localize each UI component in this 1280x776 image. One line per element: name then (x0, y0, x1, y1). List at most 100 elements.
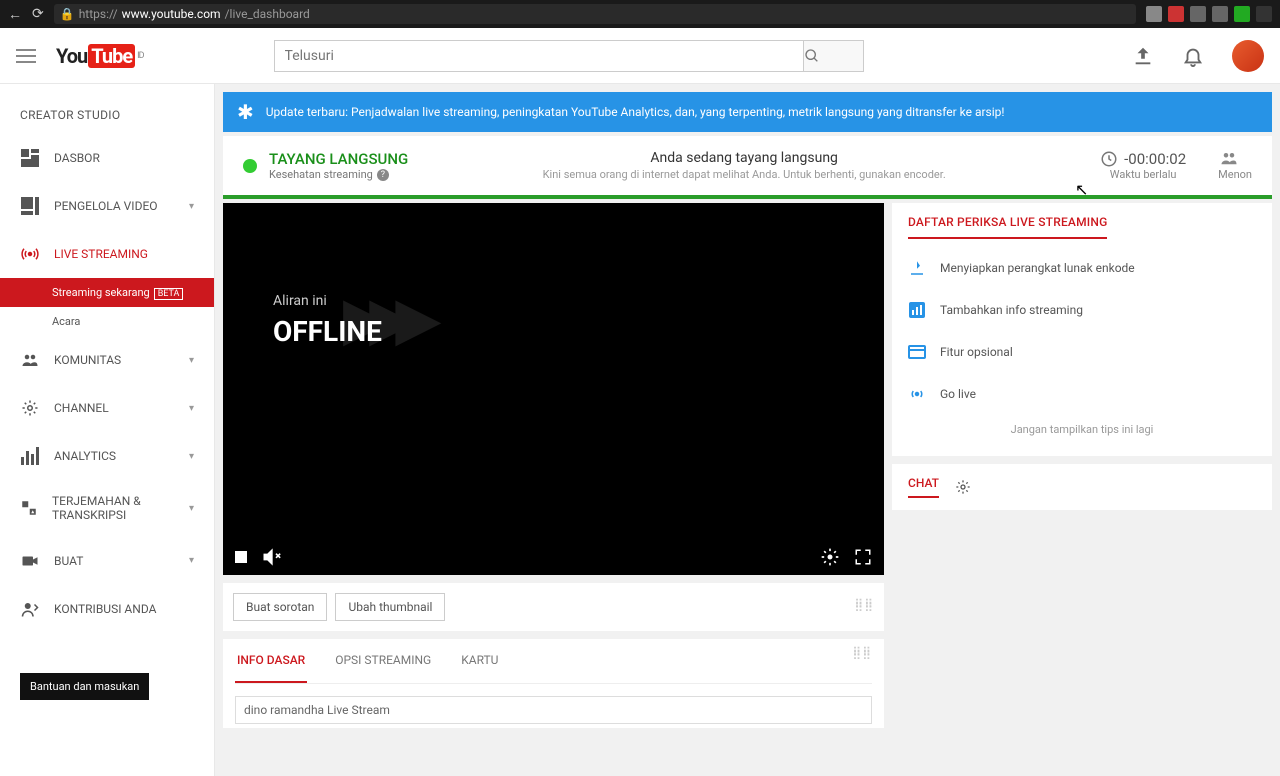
chat-card: CHAT (892, 464, 1272, 510)
extension-icons (1146, 6, 1272, 22)
tab-card[interactable]: KARTU (459, 639, 500, 683)
sidebar-item-community[interactable]: KOMUNITAS ▾ (0, 336, 214, 384)
checklist-item-golive[interactable]: Go live (908, 373, 1256, 415)
download-icon (908, 259, 926, 277)
tab-streaming-options[interactable]: OPSI STREAMING (333, 639, 433, 683)
sidebar-item-channel[interactable]: CHANNEL ▾ (0, 384, 214, 432)
live-status-label: TAYANG LANGSUNG (269, 150, 408, 168)
tab-basic-info[interactable]: INFO DASAR (235, 639, 307, 683)
upload-icon[interactable] (1132, 45, 1154, 67)
sidebar-item-label: CHANNEL (54, 401, 109, 415)
main-content: ✱ Update terbaru: Penjadwalan live strea… (215, 84, 1280, 776)
sidebar-item-label: DASBOR (54, 151, 100, 165)
cursor-icon: ↖ (1075, 180, 1088, 199)
sidebar-sub-events[interactable]: Acara (0, 307, 214, 336)
mute-icon[interactable] (261, 547, 281, 567)
asterisk-icon: ✱ (237, 100, 254, 124)
sidebar-item-label: PENGELOLA VIDEO (54, 199, 158, 213)
chevron-down-icon: ▾ (189, 201, 194, 212)
hide-tips-link[interactable]: Jangan tampilkan tips ini lagi (908, 415, 1256, 444)
sidebar-sub-stream-now[interactable]: Streaming sekarangBETA (0, 278, 214, 307)
chevron-down-icon: ▾ (189, 555, 194, 566)
chevron-down-icon: ▾ (189, 355, 194, 366)
top-bar: YouTubeID (0, 28, 1280, 84)
settings-icon[interactable] (820, 547, 840, 567)
bell-icon[interactable] (1182, 45, 1204, 67)
sidebar-item-create[interactable]: BUAT ▾ (0, 537, 214, 585)
search-icon (804, 48, 820, 64)
back-icon[interactable]: ← (8, 6, 22, 23)
address-bar[interactable]: 🔒 https://www.youtube.com/live_dashboard (54, 4, 1136, 24)
viewers-icon (1218, 150, 1240, 168)
info-card: INFO DASAR OPSI STREAMING KARTU ⠿⠿⠿⠿ (223, 639, 884, 728)
search-button[interactable] (804, 40, 864, 72)
live-icon (20, 244, 40, 264)
player-status: OFFLINE (273, 315, 382, 348)
chart-icon (908, 301, 926, 319)
elapsed-time: -00:00:02 (1124, 150, 1186, 168)
video-player[interactable]: ▶▶▶ Aliran ini OFFLINE (223, 203, 884, 575)
gear-icon[interactable] (955, 479, 971, 495)
sidebar-item-analytics[interactable]: ANALYTICS ▾ (0, 432, 214, 480)
checklist-title: DAFTAR PERIKSA LIVE STREAMING (908, 215, 1107, 239)
sidebar-item-label: TERJEMAHAN & TRANSKRIPSI (52, 494, 189, 523)
status-heading: Anda sedang tayang langsung (408, 150, 1080, 166)
search-input[interactable] (274, 40, 804, 72)
sidebar-item-label: ANALYTICS (54, 449, 116, 463)
checklist-item-encoder[interactable]: Menyiapkan perangkat lunak enkode (908, 247, 1256, 289)
avatar[interactable] (1232, 40, 1264, 72)
stop-icon[interactable] (235, 551, 247, 563)
sidebar-item-translation[interactable]: TERJEMAHAN & TRANSKRIPSI ▾ (0, 480, 214, 537)
menu-icon[interactable] (16, 49, 36, 63)
fullscreen-icon[interactable] (854, 548, 872, 566)
camera-icon (20, 551, 40, 571)
youtube-logo[interactable]: YouTubeID (56, 44, 144, 68)
search-box (274, 40, 864, 72)
viewers-label: Menon (1218, 168, 1252, 181)
player-controls (223, 539, 884, 575)
checklist-card: DAFTAR PERIKSA LIVE STREAMING Menyiapkan… (892, 203, 1272, 456)
chevron-down-icon: ▾ (189, 451, 194, 462)
sidebar-item-label: KONTRIBUSI ANDA (54, 602, 156, 616)
gear-icon (20, 398, 40, 418)
chevron-down-icon: ▾ (189, 503, 194, 514)
checklist-item-info[interactable]: Tambahkan info streaming (908, 289, 1256, 331)
drag-handle-icon[interactable]: ⠿⠿⠿⠿ (852, 651, 872, 659)
broadcast-icon (908, 385, 926, 403)
clock-icon (1100, 150, 1118, 168)
update-banner: ✱ Update terbaru: Penjadwalan live strea… (223, 92, 1272, 132)
status-bar: TAYANG LANGSUNG Kesehatan streaming? And… (223, 136, 1272, 195)
help-icon[interactable]: ? (377, 169, 389, 181)
sidebar: CREATOR STUDIO DASBOR PENGELOLA VIDEO ▾ … (0, 84, 215, 776)
create-highlight-button[interactable]: Buat sorotan (233, 593, 327, 621)
action-buttons-row: Buat sorotan Ubah thumbnail ⠿⠿⠿⠿ (223, 583, 884, 631)
stream-health-label: Kesehatan streaming? (269, 168, 408, 181)
community-icon (20, 350, 40, 370)
checklist-item-optional[interactable]: Fitur opsional (908, 331, 1256, 373)
progress-bar (223, 195, 1272, 199)
live-dot-icon (243, 159, 257, 173)
change-thumbnail-button[interactable]: Ubah thumbnail (335, 593, 445, 621)
sidebar-item-contributions[interactable]: KONTRIBUSI ANDA (0, 585, 214, 633)
card-icon (908, 343, 926, 361)
video-manager-icon (20, 196, 40, 216)
sidebar-item-live-streaming[interactable]: LIVE STREAMING (0, 230, 214, 278)
dashboard-icon (20, 148, 40, 168)
sidebar-item-video-manager[interactable]: PENGELOLA VIDEO ▾ (0, 182, 214, 230)
reload-icon[interactable]: ⟳ (32, 6, 44, 22)
drag-handle-icon[interactable]: ⠿⠿⠿⠿ (854, 603, 874, 611)
sidebar-item-label: KOMUNITAS (54, 353, 121, 367)
contribution-icon (20, 599, 40, 619)
elapsed-label: Waktu berlalu (1100, 168, 1186, 181)
sidebar-title: CREATOR STUDIO (0, 96, 214, 134)
help-button[interactable]: Bantuan dan masukan (20, 673, 149, 700)
sidebar-item-dashboard[interactable]: DASBOR (0, 134, 214, 182)
sidebar-item-label: BUAT (54, 554, 83, 568)
sidebar-item-label: LIVE STREAMING (54, 247, 148, 261)
chart-icon (20, 446, 40, 466)
status-subtext: Kini semua orang di internet dapat melih… (408, 168, 1080, 181)
browser-toolbar: ← ⟳ 🔒 https://www.youtube.com/live_dashb… (0, 0, 1280, 28)
chevron-down-icon: ▾ (189, 403, 194, 414)
player-subtext: Aliran ini (273, 293, 382, 309)
chat-title: CHAT (908, 476, 939, 498)
